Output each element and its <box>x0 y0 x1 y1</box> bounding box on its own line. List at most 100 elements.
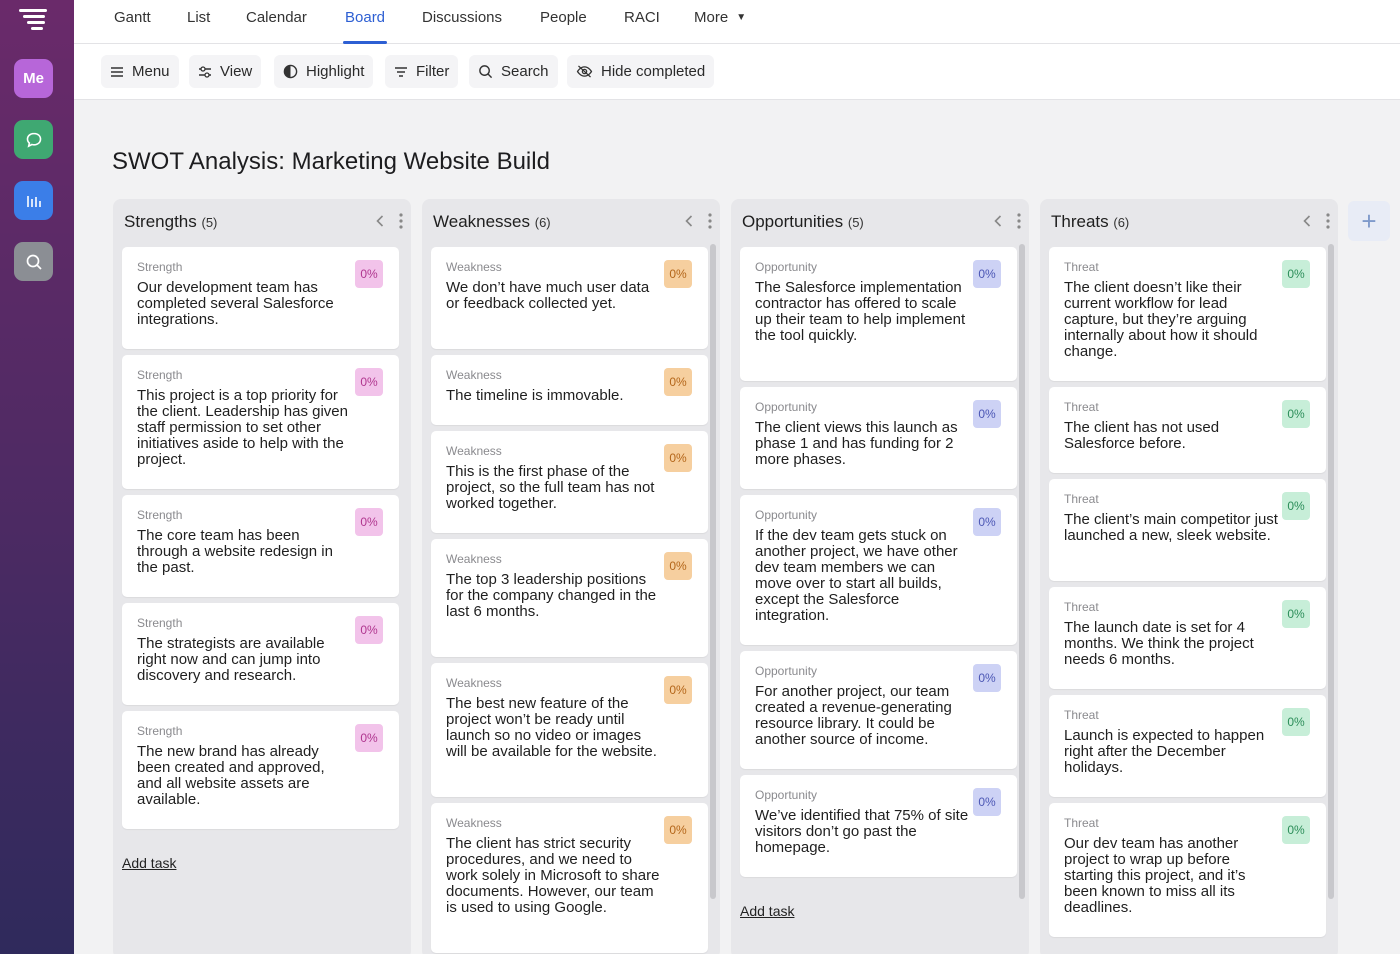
task-card[interactable]: Strength The strategists are available ri… <box>122 603 399 705</box>
task-card[interactable]: Weakness The timeline is immovable. 0% <box>431 355 708 425</box>
tab-board[interactable]: Board <box>342 9 388 44</box>
task-card[interactable]: Threat Our dev team has another project t… <box>1049 803 1326 937</box>
global-search-button[interactable] <box>14 242 53 281</box>
tab-more[interactable]: More ▼ <box>694 9 746 44</box>
tab-raci[interactable]: RACI <box>624 9 660 44</box>
task-card[interactable]: Strength The core team has been through a… <box>122 495 399 597</box>
column-controls <box>684 213 712 229</box>
column-scrollbar[interactable] <box>710 244 716 899</box>
reports-icon <box>26 195 41 207</box>
progress-badge[interactable]: 0% <box>664 676 692 704</box>
task-type: Opportunity <box>755 664 818 678</box>
task-card[interactable]: Strength The new brand has already been c… <box>122 711 399 829</box>
hide-completed-button[interactable]: Hide completed <box>567 55 715 88</box>
task-card[interactable]: Weakness This is the first phase of the p… <box>431 431 708 533</box>
progress-badge[interactable]: 0% <box>355 368 383 396</box>
progress-badge[interactable]: 0% <box>664 368 692 396</box>
menu-button[interactable]: Menu <box>101 55 179 88</box>
task-type: Threat <box>1064 400 1099 414</box>
tab-list[interactable]: List <box>187 9 210 44</box>
progress-badge[interactable]: 0% <box>1282 816 1310 844</box>
collapse-column-icon[interactable] <box>684 214 694 228</box>
progress-badge[interactable]: 0% <box>355 260 383 288</box>
filter-button[interactable]: Filter <box>385 55 459 88</box>
board-toolbar: Menu View Highlight Filter Search Hide c… <box>74 44 1400 100</box>
task-title: Launch is expected to happen right after… <box>1064 727 1265 776</box>
task-card[interactable]: Threat Launch is expected to happen right… <box>1049 695 1326 797</box>
task-type: Threat <box>1064 492 1099 506</box>
column-scrollbar[interactable] <box>1328 244 1334 899</box>
progress-badge[interactable]: 0% <box>664 260 692 288</box>
tab-calendar[interactable]: Calendar <box>246 9 307 44</box>
task-title: The core team has been through a website… <box>137 527 333 576</box>
progress-badge[interactable]: 0% <box>355 508 383 536</box>
task-card[interactable]: Threat The client’s main competitor just … <box>1049 479 1326 581</box>
left-rail: Me <box>0 0 74 954</box>
progress-badge[interactable]: 0% <box>1282 600 1310 628</box>
task-card[interactable]: Threat The launch date is set for 4 month… <box>1049 587 1326 689</box>
more-options-icon[interactable] <box>399 213 403 229</box>
task-card[interactable]: Opportunity The Salesforce implementation… <box>740 247 1017 381</box>
column-title: Opportunities (5) <box>742 212 864 232</box>
progress-badge[interactable]: 0% <box>664 816 692 844</box>
progress-badge[interactable]: 0% <box>355 724 383 752</box>
column-opportunities: Opportunities (5) Opportunity The Salesfor… <box>731 199 1029 954</box>
collapse-column-icon[interactable] <box>1302 214 1312 228</box>
progress-badge[interactable]: 0% <box>664 552 692 580</box>
column-count: (5) <box>847 215 864 230</box>
tab-label: RACI <box>624 9 660 26</box>
task-card[interactable]: Strength Our development team has complet… <box>122 247 399 349</box>
column-scrollbar[interactable] <box>1019 244 1025 899</box>
task-card[interactable]: Opportunity If the dev team gets stuck on… <box>740 495 1017 645</box>
task-card[interactable]: Weakness The top 3 leadership positions f… <box>431 539 708 657</box>
progress-badge[interactable]: 0% <box>973 400 1001 428</box>
tab-people[interactable]: People <box>540 9 587 44</box>
reports-button[interactable] <box>14 181 53 220</box>
search-icon <box>479 65 493 79</box>
task-card[interactable]: Weakness The best new feature of the proj… <box>431 663 708 797</box>
task-type: Opportunity <box>755 508 818 522</box>
progress-badge[interactable]: 0% <box>1282 708 1310 736</box>
progress-badge[interactable]: 0% <box>973 508 1001 536</box>
logo-icon[interactable] <box>19 8 47 30</box>
more-options-icon[interactable] <box>1326 213 1330 229</box>
tab-discussions[interactable]: Discussions <box>422 9 502 44</box>
progress-badge[interactable]: 0% <box>1282 492 1310 520</box>
task-type: Threat <box>1064 708 1099 722</box>
progress-badge[interactable]: 0% <box>973 664 1001 692</box>
add-task-link[interactable]: Add task <box>740 903 794 919</box>
task-card[interactable]: Strength This project is a top priority f… <box>122 355 399 489</box>
task-card[interactable]: Threat The client has not used Salesforce… <box>1049 387 1326 473</box>
search-button[interactable]: Search <box>469 55 558 88</box>
task-card[interactable]: Weakness We don’t have much user data or … <box>431 247 708 349</box>
task-type: Strength <box>137 368 183 382</box>
more-options-icon[interactable] <box>1017 213 1021 229</box>
task-type: Strength <box>137 616 183 630</box>
task-card[interactable]: Opportunity The client views this launch … <box>740 387 1017 489</box>
add-column-button[interactable]: + <box>1348 201 1390 241</box>
chat-button[interactable] <box>14 120 53 159</box>
collapse-column-icon[interactable] <box>375 214 385 228</box>
progress-badge[interactable]: 0% <box>664 444 692 472</box>
highlight-button[interactable]: Highlight <box>274 55 374 88</box>
progress-badge[interactable]: 0% <box>1282 260 1310 288</box>
task-title: The Salesforce implementation contractor… <box>755 279 966 344</box>
top-nav: Gantt List Calendar Board Discussions Pe… <box>74 0 1400 44</box>
tab-label: Gantt <box>114 9 151 26</box>
progress-badge[interactable]: 0% <box>355 616 383 644</box>
task-card[interactable]: Opportunity For another project, our team… <box>740 651 1017 769</box>
progress-badge[interactable]: 0% <box>1282 400 1310 428</box>
add-task-link[interactable]: Add task <box>122 855 176 871</box>
task-card[interactable]: Weakness The client has strict security p… <box>431 803 708 953</box>
progress-badge[interactable]: 0% <box>973 260 1001 288</box>
progress-badge[interactable]: 0% <box>973 788 1001 816</box>
hide-completed-label: Hide completed <box>601 63 706 80</box>
task-card[interactable]: Threat The client doesn’t like their curr… <box>1049 247 1326 381</box>
me-button[interactable]: Me <box>14 59 53 98</box>
tab-gantt[interactable]: Gantt <box>114 9 151 44</box>
collapse-column-icon[interactable] <box>993 214 1003 228</box>
more-options-icon[interactable] <box>708 213 712 229</box>
task-title: The client views this launch as phase 1 … <box>755 419 958 468</box>
view-button[interactable]: View <box>189 55 262 88</box>
task-card[interactable]: Opportunity We’ve identified that 75% of … <box>740 775 1017 877</box>
